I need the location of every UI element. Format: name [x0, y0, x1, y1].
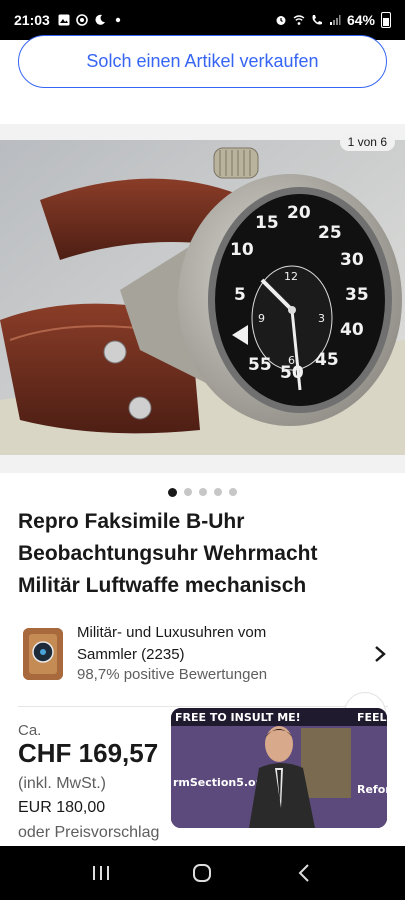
item-title: Repro Faksimile B-Uhr Beobachtungsuhr We…: [18, 506, 388, 602]
price-vat-note: (inkl. MwSt.): [18, 775, 106, 792]
wifi-icon: [293, 15, 305, 25]
dial-number: 45: [315, 350, 339, 370]
dial-number: 5: [234, 285, 246, 305]
dial-number: 15: [255, 213, 279, 233]
dial-number: 10: [230, 240, 254, 260]
battery-icon: [381, 12, 391, 28]
battery-level: 64%: [346, 12, 375, 28]
pagination-dot-active[interactable]: [168, 488, 177, 497]
dial-inner-number: 9: [258, 312, 265, 325]
best-offer-note: oder Preisvorschlag: [18, 824, 160, 841]
picture-in-picture-video[interactable]: FREE TO INSULT ME! FEEL F rmSection5.org…: [171, 708, 387, 828]
gallery-pagination: [0, 488, 405, 497]
recent-apps-button[interactable]: [87, 859, 115, 887]
back-button[interactable]: [290, 859, 318, 887]
item-title-line: Repro Faksimile B-Uhr: [18, 510, 245, 533]
seller-avatar: [23, 628, 63, 680]
watch-photo: 5 10 15 20 25 30 35 40 45 50 55 12 9 3 6: [0, 140, 405, 455]
home-icon: [193, 864, 212, 882]
divider: [18, 706, 388, 707]
dial-inner-number: 3: [318, 312, 325, 325]
item-title-line: Militär Luftwaffe mechanisch: [18, 574, 307, 597]
pagination-dot[interactable]: [229, 488, 237, 496]
product-image[interactable]: 5 10 15 20 25 30 35 40 45 50 55 12 9 3 6: [0, 140, 405, 455]
status-bar: 21:03 64%: [0, 0, 405, 40]
pagination-dot[interactable]: [214, 488, 222, 496]
pagination-dot[interactable]: [184, 488, 192, 496]
dial-number: 20: [287, 203, 311, 223]
chevron-right-icon[interactable]: [373, 644, 387, 664]
pip-caption-right: Reform: [357, 783, 387, 796]
seller-name: Militär- und Luxusuhren vom Sammler (223…: [77, 624, 267, 663]
dial-inner-number: 12: [284, 270, 298, 283]
pip-banner-right: FEEL F: [357, 711, 387, 724]
home-button[interactable]: [188, 859, 216, 887]
price-value: CHF 169,57: [18, 738, 159, 768]
dial-number: 30: [340, 250, 364, 270]
sell-similar-button[interactable]: Solch einen Artikel verkaufen: [18, 35, 387, 88]
dial-inner-number: 6: [288, 354, 295, 367]
dial-number: 40: [340, 320, 364, 340]
gallery-bottom-spacer: [0, 455, 405, 473]
alarm-icon: [276, 16, 286, 25]
dot-icon: [115, 17, 121, 23]
location-icon: [76, 14, 88, 26]
price-original-currency: EUR 180,00: [18, 799, 106, 816]
pagination-dot[interactable]: [199, 488, 207, 496]
signal-icon: [329, 15, 341, 25]
call-icon: [312, 15, 322, 25]
item-title-line: Beobachtungsuhr Wehrmacht: [18, 542, 318, 565]
seller-rating: 98,7% positive Bewertungen: [77, 666, 268, 683]
dial-number: 55: [248, 355, 272, 375]
dial-number: 35: [345, 285, 369, 305]
dial-number: 25: [318, 223, 342, 243]
recent-apps-icon: [92, 866, 109, 880]
clock: 21:03: [14, 12, 50, 28]
price-label: Ca.: [18, 722, 42, 739]
gallery-icon: [58, 14, 70, 26]
pip-banner-left: FREE TO INSULT ME!: [175, 711, 301, 724]
seller-info-row[interactable]: Militär- und Luxusuhren vom Sammler (223…: [18, 620, 393, 690]
image-counter: 1 von 6: [339, 133, 395, 151]
back-icon: [298, 864, 309, 882]
moon-icon: [95, 14, 105, 25]
system-nav-bar: [0, 846, 405, 900]
